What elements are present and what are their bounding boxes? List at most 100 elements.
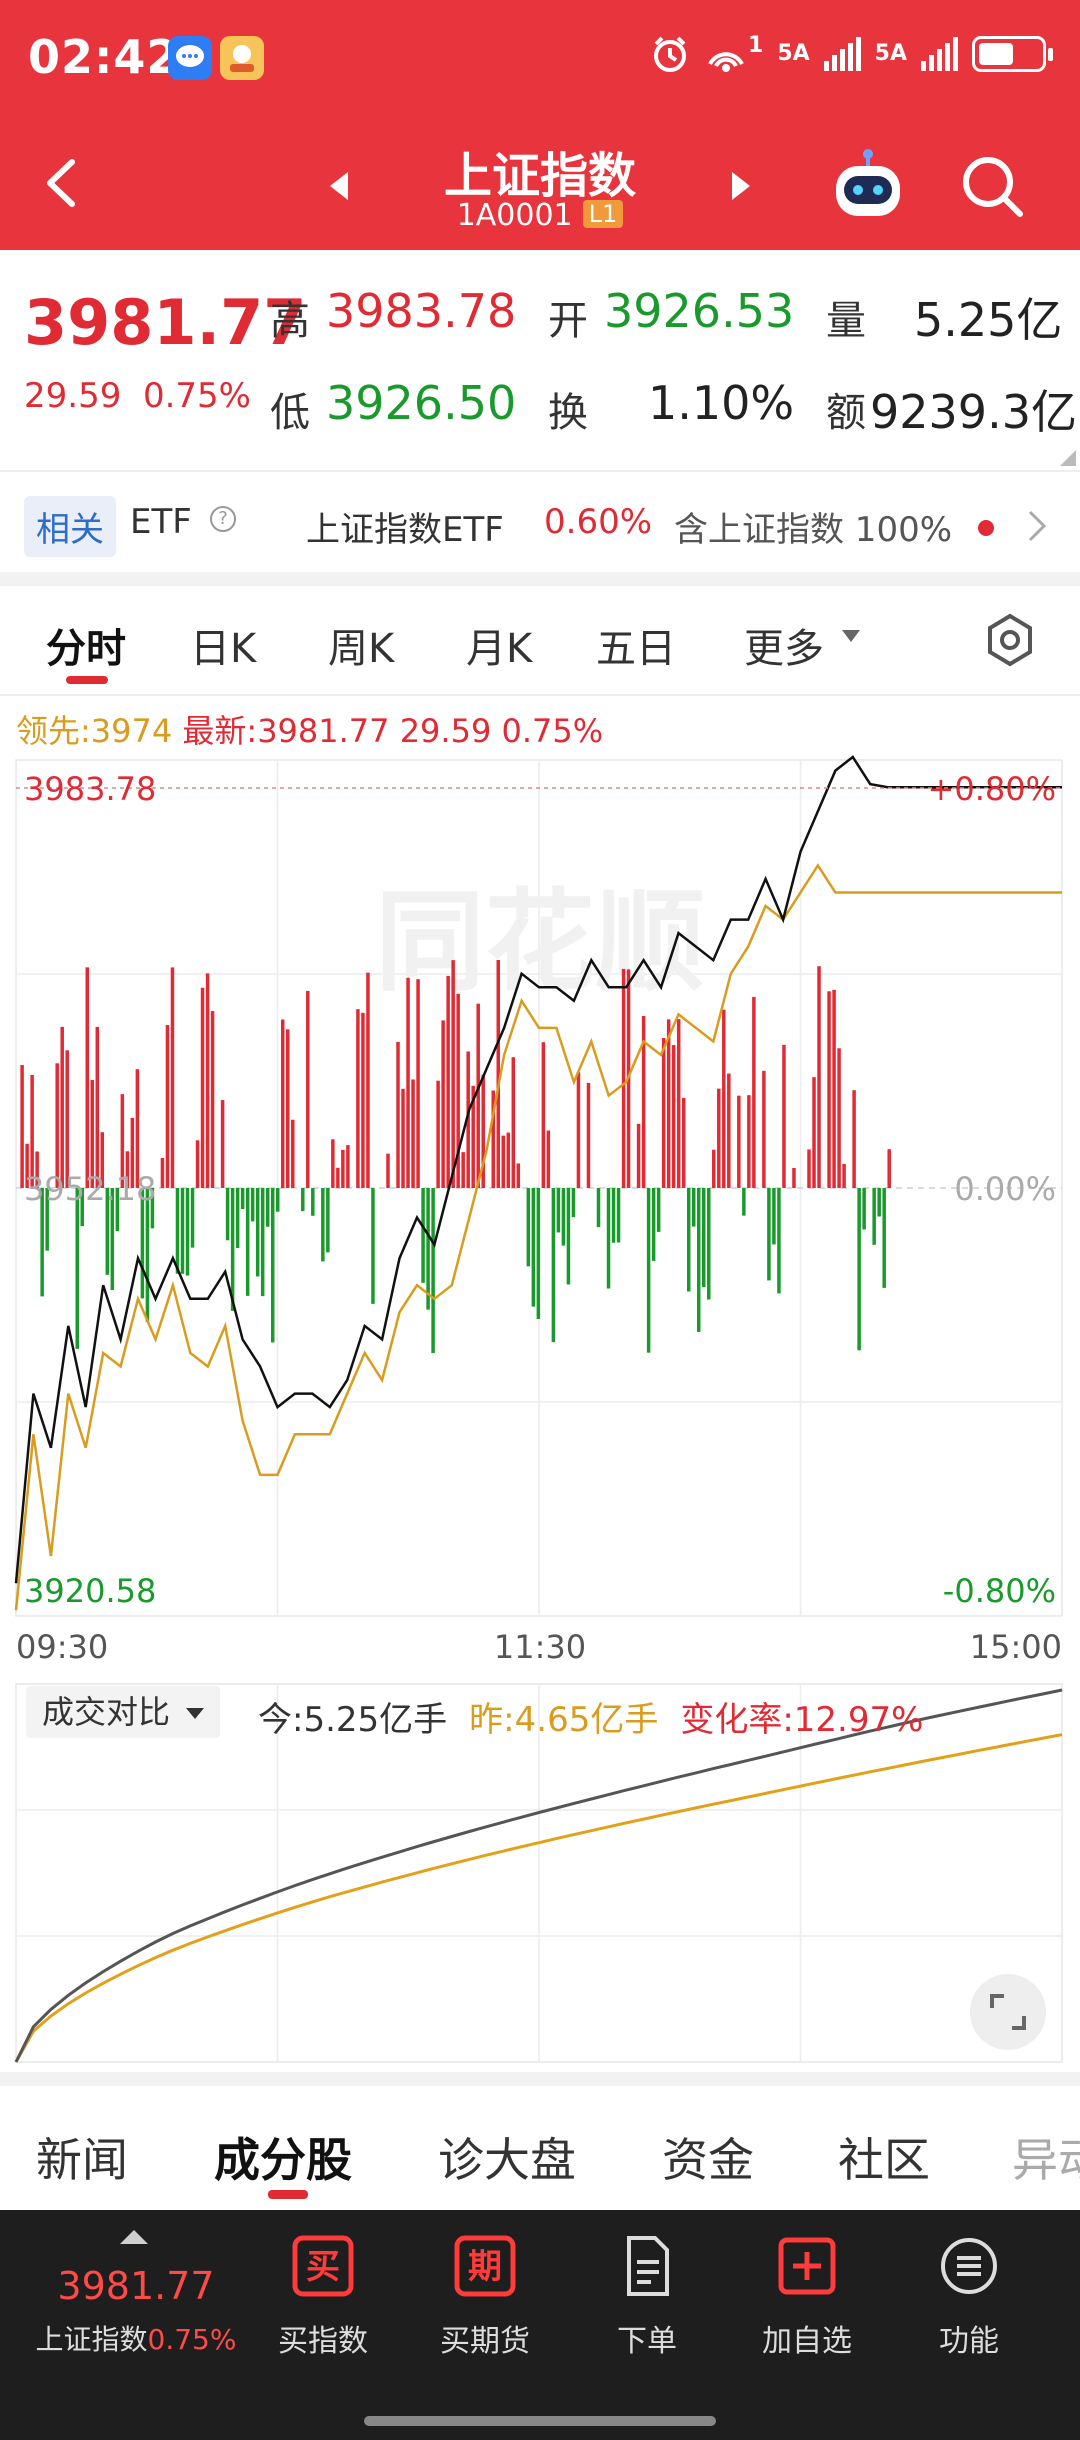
ai-assistant-robot-icon[interactable]: [828, 146, 908, 226]
tab-community[interactable]: 社区: [838, 2124, 930, 2190]
tab-movement[interactable]: 异动: [1012, 2124, 1080, 2190]
volume-bar-down: [235, 1188, 240, 1249]
tab-monthly-k[interactable]: 月K: [466, 616, 532, 674]
volume-compare-dropdown[interactable]: 成交对比: [26, 1686, 221, 1738]
volume-bar-down: [696, 1188, 701, 1332]
volume-bar-down: [707, 1188, 711, 1300]
high-value: 3983.78: [326, 284, 517, 338]
intraday-chart[interactable]: 同花顺 3983.78 3952.18 3920.58 +0.80% 0.00%…: [0, 750, 1080, 1676]
tab-constituents[interactable]: 成分股: [214, 2124, 352, 2190]
lead-value: 领先:3974: [16, 712, 173, 750]
caret-down-icon[interactable]: [840, 626, 862, 646]
tab-weekly-k[interactable]: 周K: [328, 616, 394, 674]
turnover-value: 1.10%: [648, 376, 795, 430]
stock-code: 1A0001: [456, 198, 573, 233]
volume-bar-down: [185, 1188, 190, 1276]
add-watchlist-button[interactable]: 加自选: [742, 2234, 872, 2360]
volume-bar-down: [326, 1188, 330, 1253]
caret-up-icon[interactable]: [120, 2230, 148, 2244]
functions-button[interactable]: 功能: [904, 2234, 1034, 2360]
buy-futures-button[interactable]: 期 买期货: [420, 2234, 550, 2360]
volume-bar-up: [812, 1077, 816, 1188]
volume-bar-up: [586, 1082, 591, 1188]
y-label-bottom-right: -0.80%: [943, 1572, 1056, 1610]
volume-bar-up: [807, 1149, 811, 1188]
volume-bar-up: [346, 1145, 350, 1188]
volume-bar-up: [65, 1050, 69, 1188]
volume-bar-up: [546, 1130, 551, 1188]
volume-bar-down: [857, 1188, 861, 1351]
volume-bar-up: [727, 1073, 731, 1188]
fullscreen-icon[interactable]: [970, 1974, 1046, 2050]
y-label-top-right: +0.80%: [928, 770, 1056, 808]
etf-label: ETF: [130, 502, 192, 542]
related-etf-row[interactable]: 相关 ETF ? 上证指数ETF 0.60% 含上证指数 100%: [0, 472, 1080, 572]
buy-index-icon: 买: [292, 2235, 354, 2297]
etf-holding: 含上证指数 100%: [674, 510, 953, 550]
volume-bar-down: [566, 1188, 571, 1285]
home-indicator: [364, 2416, 716, 2426]
volume-bar-down: [877, 1188, 881, 1217]
next-stock-button[interactable]: [722, 168, 758, 204]
amount-label: 额: [826, 390, 866, 436]
volume-bar-up: [331, 1139, 335, 1188]
tab-news[interactable]: 新闻: [36, 2124, 128, 2190]
volume-bar-down: [190, 1188, 195, 1248]
volume-bar-down: [180, 1188, 185, 1274]
volume-bar-down: [145, 1188, 150, 1322]
volume-bars: [20, 959, 891, 1354]
volume-bar-down: [371, 1188, 375, 1304]
place-order-label: 下单: [617, 2324, 677, 2359]
chevron-right-icon[interactable]: [1022, 506, 1052, 546]
volume-bar-down: [255, 1188, 260, 1277]
volume-bar-down: [225, 1188, 230, 1241]
tab-intraday[interactable]: 分时: [46, 616, 126, 674]
section-gap: [0, 572, 1080, 586]
tab-five-day[interactable]: 五日: [596, 616, 676, 674]
volume-bar-down: [691, 1188, 696, 1227]
etf-name: 上证指数ETF: [306, 510, 504, 550]
volume-bar-up: [446, 975, 450, 1188]
open-label: 开: [548, 298, 588, 344]
volume-bar-up: [666, 1019, 671, 1188]
intraday-header: 领先:3974 最新:3981.77 29.59 0.75%: [16, 706, 603, 752]
volume-bar-down: [260, 1188, 265, 1297]
chart-settings-icon[interactable]: [982, 612, 1038, 668]
y-label-bottom-left: 3920.58: [24, 1572, 156, 1610]
search-icon[interactable]: [958, 152, 1028, 222]
top-bar: 02:42 1 5A 5A 上证指数 1A0001 L1: [0, 0, 1080, 250]
volume-bar-down: [301, 1188, 305, 1212]
etf-info-icon[interactable]: ?: [210, 506, 236, 532]
volume-bar-up: [476, 1003, 480, 1188]
buy-index-icon-glyph: 买: [306, 2247, 340, 2287]
price-change-pct: 0.75%: [142, 376, 251, 416]
volume-bar-down: [571, 1188, 576, 1218]
y-label-middle-left: 3952.18: [24, 1170, 156, 1208]
volume-bar-down: [75, 1188, 79, 1349]
tab-funds[interactable]: 资金: [662, 2124, 754, 2190]
volume-change-rate: 变化率:12.97%: [680, 1700, 924, 1740]
volume-bar-up: [366, 972, 370, 1188]
volume-bar-up: [165, 1025, 170, 1188]
amount-value: 9239.3亿: [870, 385, 1077, 439]
buy-index-button[interactable]: 买 买指数: [258, 2234, 388, 2360]
status-time: 02:42: [28, 30, 180, 84]
expand-corner-icon[interactable]: [1060, 450, 1076, 466]
buy-futures-icon: 期: [454, 2235, 516, 2297]
place-order-button[interactable]: 下单: [582, 2234, 712, 2360]
period-tabs: 分时 日K 周K 月K 五日 更多: [0, 586, 1080, 696]
tab-more[interactable]: 更多: [744, 616, 824, 674]
volume-bar-up: [762, 1070, 766, 1188]
volume-bar-up: [306, 990, 310, 1188]
tab-daily-k[interactable]: 日K: [190, 616, 256, 674]
volume-bar-up: [501, 1135, 506, 1188]
volume-bar-up: [195, 1140, 200, 1188]
tab-market-diagnosis[interactable]: 诊大盘: [438, 2124, 576, 2190]
volume-bar-down: [431, 1188, 435, 1354]
volume-bar-up: [827, 991, 831, 1188]
bottom-stock-name: 上证指数0.75%: [0, 2318, 272, 2358]
volume-bar-down: [536, 1188, 541, 1319]
volume-bar-down: [767, 1188, 771, 1281]
stock-code-row: 1A0001 L1: [0, 198, 1080, 233]
volume-bar-down: [421, 1188, 425, 1283]
